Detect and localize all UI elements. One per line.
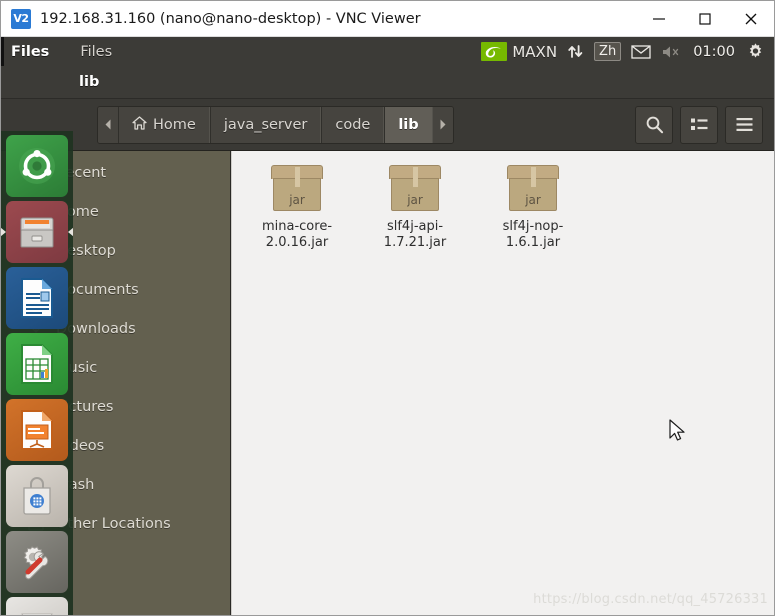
hamburger-menu-icon xyxy=(736,118,752,131)
nvidia-indicator[interactable]: MAXN xyxy=(476,37,562,66)
ubuntu-software-icon[interactable] xyxy=(6,465,68,527)
system-menu-indicator[interactable] xyxy=(741,37,770,66)
breadcrumb-forward-arrow[interactable] xyxy=(432,106,453,143)
system-settings-icon[interactable] xyxy=(6,531,68,593)
breadcrumb-item-code[interactable]: code xyxy=(321,106,385,143)
network-up-down-icon xyxy=(568,45,583,58)
breadcrumb-label: code xyxy=(335,116,371,133)
panel-edge xyxy=(1,37,4,66)
list-view-icon xyxy=(690,118,707,130)
amazon-icon[interactable] xyxy=(6,597,68,615)
breadcrumb-label: java_server xyxy=(223,116,308,133)
file-manager-header: lib xyxy=(1,66,774,99)
maximize-button[interactable] xyxy=(682,1,728,37)
file-item[interactable]: jar mina-core-2.0.16.jar xyxy=(246,165,348,251)
libreoffice-impress-icon[interactable] xyxy=(6,399,68,461)
file-listing-area[interactable]: jar mina-core-2.0.16.jar jar slf4j-api-1… xyxy=(231,151,774,615)
vnc-viewer-window: V2 192.168.31.160 (nano@nano-desktop) - … xyxy=(0,0,775,616)
power-mode-label: MAXN xyxy=(512,42,558,61)
breadcrumb-back-arrow[interactable] xyxy=(98,106,118,143)
file-name-label: slf4j-api-1.7.21.jar xyxy=(383,219,447,250)
running-indicator-left xyxy=(1,227,6,237)
minimize-button[interactable] xyxy=(636,1,682,37)
volume-muted-icon xyxy=(663,46,679,57)
ubuntu-dash-icon[interactable] xyxy=(6,135,68,197)
breadcrumb-item-home[interactable]: Home xyxy=(118,106,210,143)
jar-archive-icon: jar xyxy=(507,165,559,213)
file-item[interactable]: jar slf4j-nop-1.6.1.jar xyxy=(482,165,584,251)
window-title: 192.168.31.160 (nano@nano-desktop) - VNC… xyxy=(40,10,421,27)
file-name-label: mina-core-2.0.16.jar xyxy=(261,219,333,250)
breadcrumb-label: Home xyxy=(153,116,196,133)
libreoffice-calc-icon[interactable] xyxy=(6,333,68,395)
file-item[interactable]: jar slf4j-api-1.7.21.jar xyxy=(364,165,466,251)
clock-indicator[interactable]: 01:00 xyxy=(687,44,741,60)
jar-type-label: jar xyxy=(289,193,305,207)
view-options-button[interactable] xyxy=(680,105,718,144)
mouse-cursor xyxy=(669,419,685,441)
jar-type-label: jar xyxy=(407,193,423,207)
close-button[interactable] xyxy=(728,1,774,37)
mail-icon xyxy=(631,45,651,59)
file-grid: jar mina-core-2.0.16.jar jar slf4j-api-1… xyxy=(232,151,774,251)
desktop-area: lib Home java_server code lib Recent Hom… xyxy=(1,66,774,615)
system-settings-icon xyxy=(749,43,762,58)
focused-indicator-right xyxy=(68,227,73,237)
file-name-label: slf4j-nop-1.6.1.jar xyxy=(502,219,564,250)
window-controls xyxy=(636,1,774,37)
file-manager-toolbar: Home java_server code lib xyxy=(1,99,774,151)
breadcrumb-label: lib xyxy=(398,116,419,133)
breadcrumb-item-java_server[interactable]: java_server xyxy=(209,106,322,143)
ubuntu-top-panel: Files Files MAXN Zh 01:00 xyxy=(1,37,774,66)
sidebar-item-label: Other Locations xyxy=(56,515,171,532)
search-icon xyxy=(646,116,663,134)
panel-menu-files[interactable]: Files xyxy=(80,44,112,60)
input-method-label: Zh xyxy=(594,42,622,61)
panel-app-name[interactable]: Files xyxy=(11,44,49,60)
jar-type-label: jar xyxy=(525,193,541,207)
jar-archive-icon: jar xyxy=(271,165,323,213)
page-title: lib xyxy=(79,74,100,90)
toolbar-buttons xyxy=(635,105,774,144)
input-method-indicator[interactable]: Zh xyxy=(589,37,626,66)
volume-indicator[interactable] xyxy=(656,37,687,66)
search-button[interactable] xyxy=(635,105,673,144)
mail-indicator[interactable] xyxy=(626,37,656,66)
nautilus-file-manager: lib Home java_server code lib Recent Hom… xyxy=(1,66,774,615)
watermark-text: https://blog.csdn.net/qq_45726331 xyxy=(533,592,768,607)
files-icon[interactable] xyxy=(1,201,73,263)
network-indicator[interactable] xyxy=(562,37,589,66)
libreoffice-writer-icon[interactable] xyxy=(6,267,68,329)
unity-launcher-dock xyxy=(1,131,73,615)
breadcrumb-item-lib[interactable]: lib xyxy=(384,106,433,143)
vnc-icon: V2 xyxy=(11,8,31,29)
menu-button[interactable] xyxy=(725,105,763,144)
window-titlebar: V2 192.168.31.160 (nano@nano-desktop) - … xyxy=(1,1,774,37)
jar-archive-icon: jar xyxy=(389,165,441,213)
home-icon xyxy=(132,115,147,134)
panel-indicators: MAXN Zh 01:00 xyxy=(476,37,774,66)
nvidia-logo-icon xyxy=(481,42,508,61)
breadcrumb: Home java_server code lib xyxy=(97,105,454,144)
